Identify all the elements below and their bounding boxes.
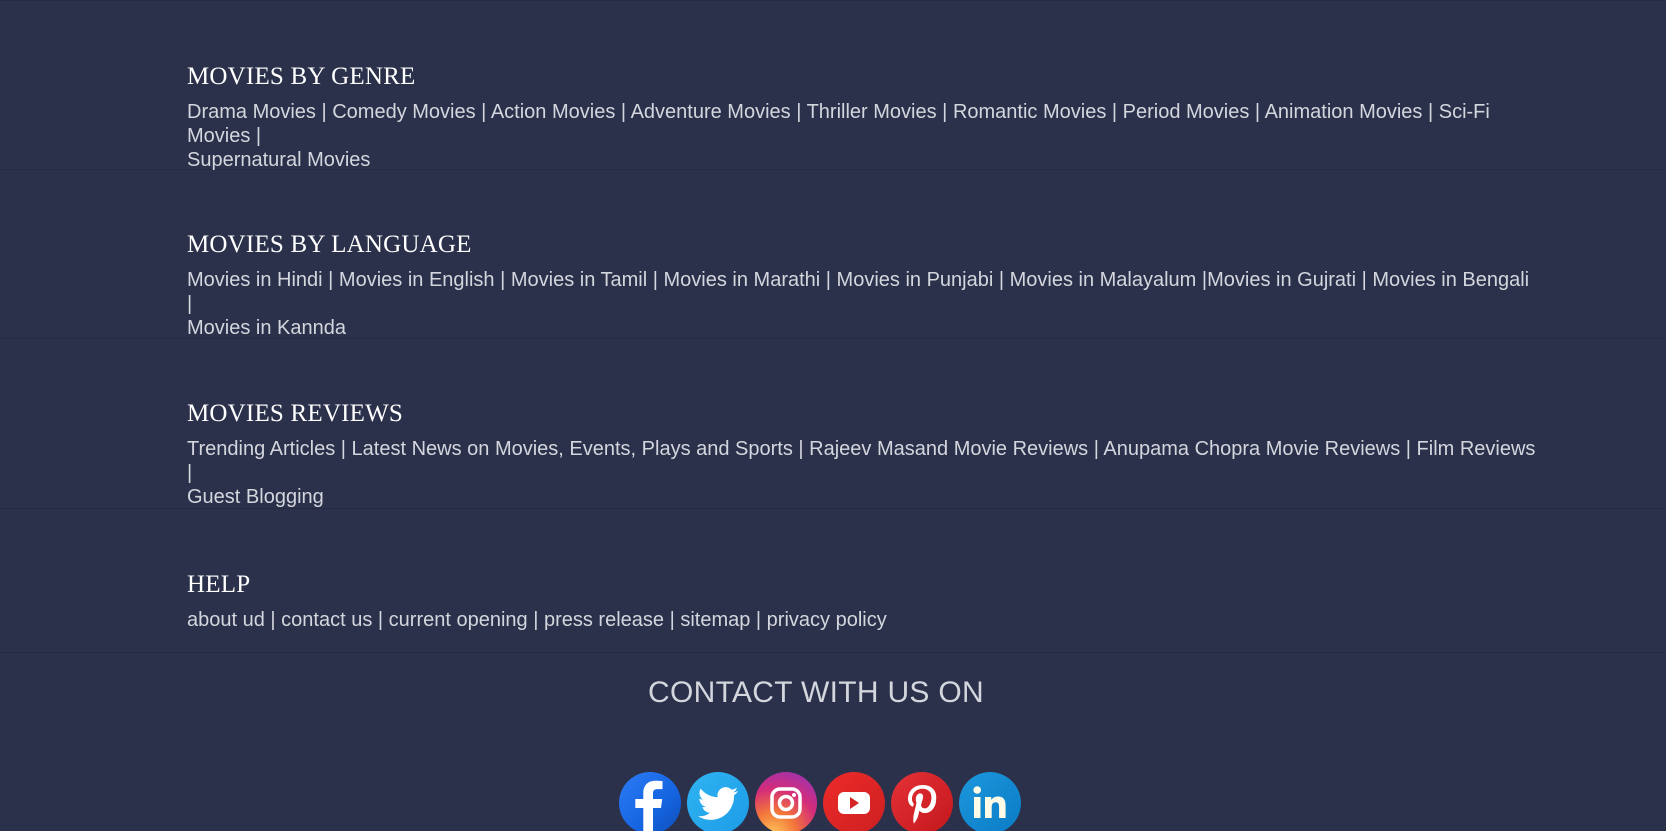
reviews-heading: MOVIES REVIEWS [187,400,403,427]
language-section: MOVIES BY LANGUAGE Movies in Hindi | Mov… [0,170,1666,339]
link-thriller-movies[interactable]: Thriller Movies [807,101,937,123]
help-heading: HELP [187,571,251,598]
link-sitemap[interactable]: sitemap [680,609,750,631]
link-film-reviews[interactable]: Film Reviews [1417,438,1536,460]
instagram-icon[interactable] [755,772,817,831]
link-romantic-movies[interactable]: Romantic Movies [953,101,1106,123]
link-animation-movies[interactable]: Animation Movies [1265,101,1423,123]
contact-heading: CONTACT WITH US ON [648,676,984,709]
twitter-icon[interactable] [687,772,749,831]
youtube-icon[interactable] [823,772,885,831]
genre-heading: MOVIES BY GENRE [187,63,416,90]
link-action-movies[interactable]: Action Movies [491,101,616,123]
link-drama-movies[interactable]: Drama Movies [187,101,316,123]
social-links [619,772,1021,831]
reviews-links: Trending Articles | Latest News on Movie… [187,438,1536,508]
reviews-section: MOVIES REVIEWS Trending Articles | Lates… [0,339,1666,509]
link-period-movies[interactable]: Period Movies [1123,101,1250,123]
link-movies-hindi[interactable]: Movies in Hindi [187,269,323,291]
help-section: HELP about ud | contact us | current ope… [0,509,1666,653]
link-movies-gujrati[interactable]: Movies in Gujrati [1207,269,1356,291]
link-comedy-movies[interactable]: Comedy Movies [332,101,475,123]
link-movies-marathi[interactable]: Movies in Marathi [664,269,821,291]
link-movies-malayalum[interactable]: Movies in Malayalum [1010,269,1197,291]
link-guest-blogging[interactable]: Guest Blogging [187,486,324,508]
link-movies-punjabi[interactable]: Movies in Punjabi [837,269,994,291]
link-trending-articles[interactable]: Trending Articles [187,438,335,460]
link-about[interactable]: about ud [187,609,265,631]
linkedin-icon[interactable] [959,772,1021,831]
language-heading: MOVIES BY LANGUAGE [187,231,472,258]
language-links: Movies in Hindi | Movies in English | Mo… [187,269,1530,339]
link-latest-news[interactable]: Latest News on Movies, Events, Plays and… [352,438,793,460]
link-adventure-movies[interactable]: Adventure Movies [631,101,791,123]
link-privacy-policy[interactable]: privacy policy [767,609,887,631]
link-rajeev-masand-reviews[interactable]: Rajeev Masand Movie Reviews [809,438,1088,460]
facebook-icon[interactable] [619,772,681,831]
link-movies-kannda[interactable]: Movies in Kannda [187,317,346,339]
genre-section: MOVIES BY GENRE Drama Movies | Comedy Mo… [0,1,1666,171]
help-links: about ud | contact us | current opening … [187,609,887,631]
link-anupama-chopra-reviews[interactable]: Anupama Chopra Movie Reviews [1103,438,1400,460]
genre-links: Drama Movies | Comedy Movies | Action Mo… [187,101,1490,171]
link-movies-english[interactable]: Movies in English [339,269,495,291]
link-press-release[interactable]: press release [544,609,664,631]
link-movies-bengali[interactable]: Movies in Bengali [1372,269,1529,291]
link-contact-us[interactable]: contact us [281,609,372,631]
pinterest-icon[interactable] [891,772,953,831]
link-current-opening[interactable]: current opening [389,609,528,631]
link-movies-tamil[interactable]: Movies in Tamil [511,269,647,291]
link-supernatural-movies[interactable]: Supernatural Movies [187,149,370,171]
contact-section: CONTACT WITH US ON [0,653,1666,831]
